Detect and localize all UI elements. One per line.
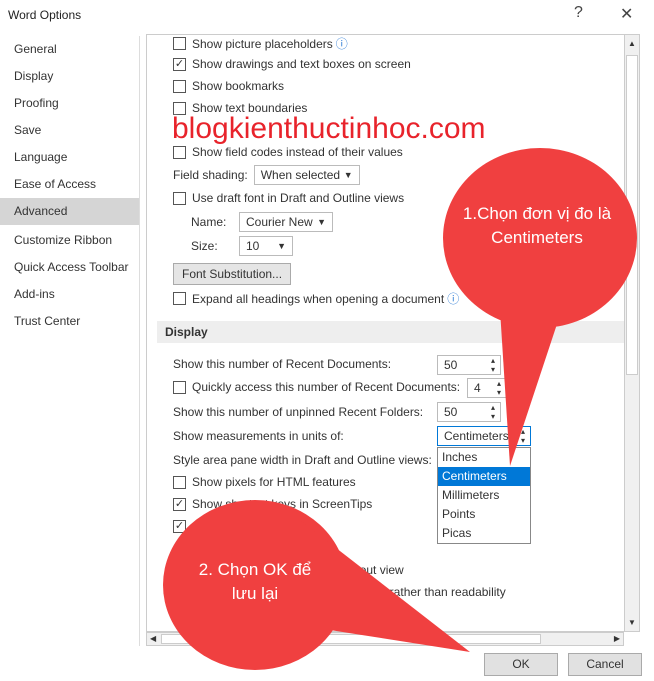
callout-2-text: 2. Chọn OK để lưu lại bbox=[198, 560, 312, 603]
annotation-callouts bbox=[163, 148, 637, 670]
callout-1-tail bbox=[500, 310, 560, 466]
watermark: blogkienthuctinhoc.com bbox=[172, 112, 486, 145]
callout-1-text: 1.Chọn đơn vị đo là Centimeters bbox=[462, 204, 612, 247]
